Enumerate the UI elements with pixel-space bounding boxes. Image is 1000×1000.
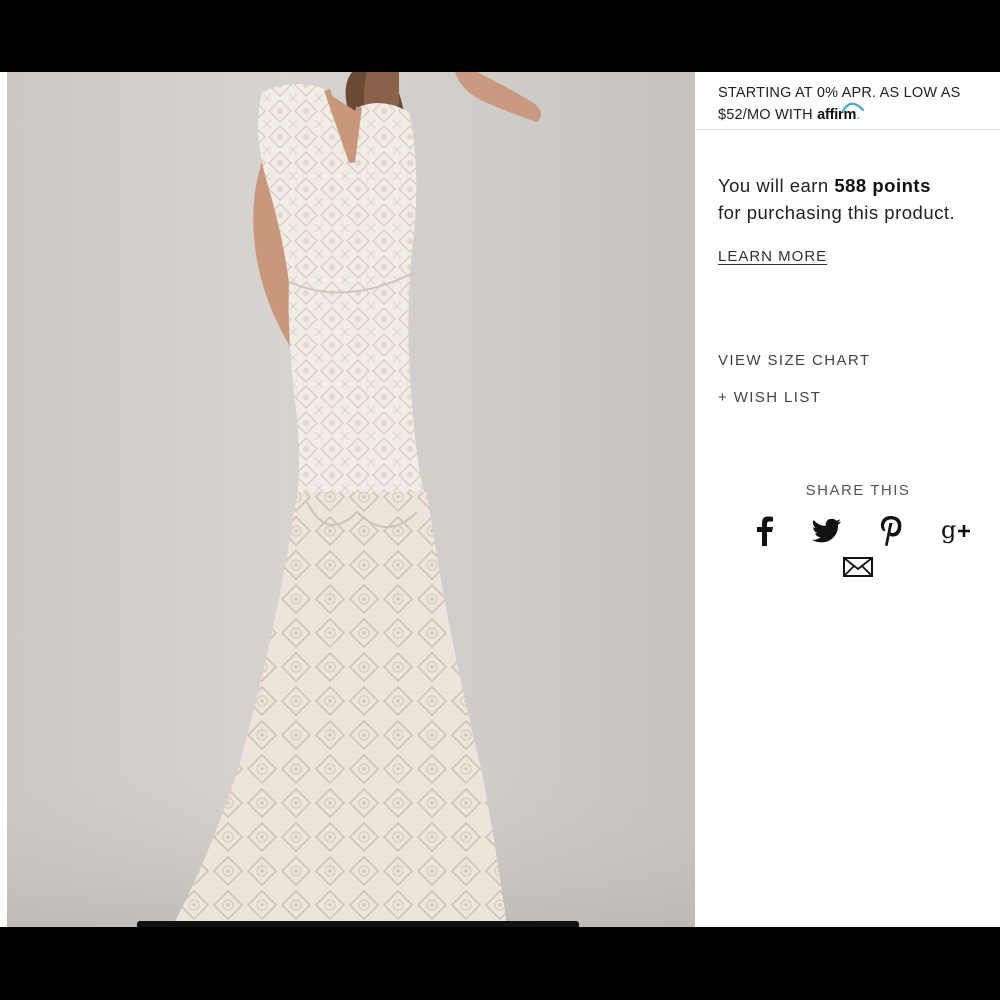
rewards-prefix: You will earn	[718, 175, 829, 196]
product-image[interactable]	[7, 72, 695, 927]
add-to-wish-list-link[interactable]: + WISH LIST	[718, 389, 821, 406]
model-wearing-lace-gown	[7, 72, 695, 927]
twitter-icon[interactable]	[809, 516, 845, 546]
facebook-icon[interactable]	[748, 514, 780, 548]
google-plus-icon[interactable]: g	[939, 514, 973, 548]
share-title: SHARE THIS	[805, 482, 911, 499]
svg-text:g: g	[941, 516, 956, 544]
affirm-logo[interactable]: affirm	[817, 102, 865, 123]
affirm-financing-message: STARTING AT 0% APR. AS LOW AS $52/MO WIT…	[718, 82, 988, 126]
financing-line-2: $52/MO WITH affirm.	[718, 102, 988, 126]
pinterest-icon[interactable]	[876, 514, 906, 548]
financing-price: $52/MO WITH	[718, 107, 813, 123]
rewards-points-message: You will earn 588 points for purchasing …	[718, 172, 1000, 226]
image-scroll-indicator	[137, 921, 579, 927]
rewards-points-value: 588 points	[834, 175, 931, 196]
product-info-panel: STARTING AT 0% APR. AS LOW AS $52/MO WIT…	[696, 72, 1000, 927]
divider	[696, 129, 1000, 130]
product-page: STARTING AT 0% APR. AS LOW AS $52/MO WIT…	[0, 72, 1000, 927]
email-icon[interactable]	[842, 556, 874, 578]
learn-more-link[interactable]: LEARN MORE	[718, 248, 827, 265]
affirm-arc-icon	[841, 102, 865, 112]
view-size-chart-link[interactable]: VIEW SIZE CHART	[718, 352, 870, 369]
rewards-suffix: for purchasing this product.	[718, 202, 956, 223]
